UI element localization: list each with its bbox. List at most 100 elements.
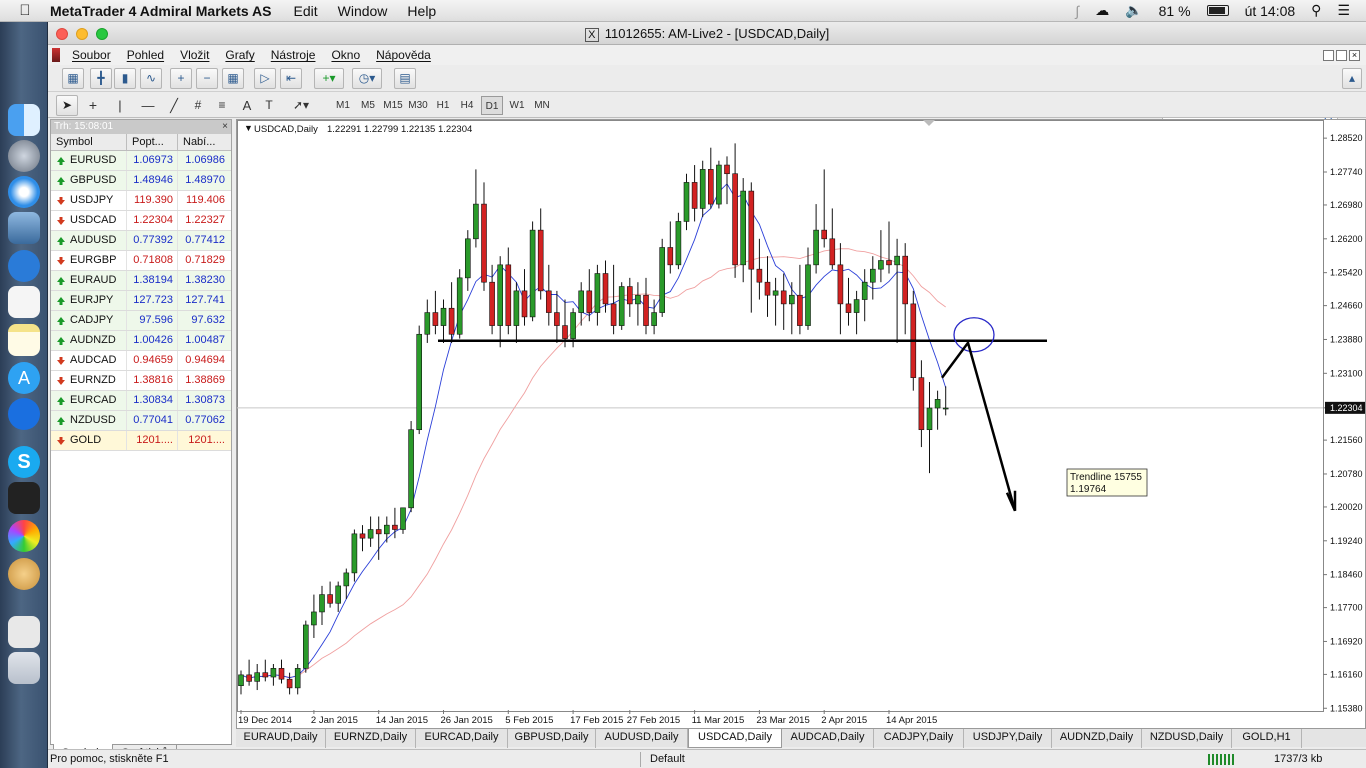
mobile-app-icon[interactable] [8,398,40,430]
candle[interactable] [351,529,358,582]
candle[interactable] [724,156,730,205]
market-watch-row[interactable]: AUDUSD 0.77392 0.77412 [51,231,231,251]
timeframe-h1[interactable]: H1 [432,96,454,115]
menu-edit[interactable]: Edit [294,3,318,19]
menu-napoveda[interactable]: Nápověda [376,48,431,62]
autoscroll-icon[interactable]: ▷ [254,68,276,89]
clock-text[interactable]: út 14:08 [1245,3,1296,19]
candle[interactable] [529,221,536,322]
mdi-minimize-button[interactable] [1323,49,1334,61]
symbol-cell[interactable]: USDCAD [51,211,127,230]
candle[interactable] [367,516,374,547]
candle[interactable] [473,169,479,248]
symbol-cell[interactable]: AUDCAD [51,351,127,370]
candle[interactable] [902,243,909,335]
menu-vlozit[interactable]: Vložit [180,48,209,62]
profiles-icon[interactable]: ▦ [62,68,84,89]
candle[interactable] [270,664,277,686]
symbol-cell[interactable]: NZDUSD [51,411,127,430]
volume-icon[interactable]: 🔈 [1125,2,1142,19]
market-watch-row[interactable]: EURUSD 1.06973 1.06986 [51,151,231,171]
candle[interactable] [626,277,633,317]
market-watch-row[interactable]: EURGBP 0.71808 0.71829 [51,251,231,271]
candle[interactable] [586,269,593,322]
app-menu[interactable]: MetaTrader 4 Admiral Markets AS [50,3,272,19]
openoffice-icon[interactable] [8,250,40,282]
candle[interactable] [246,659,252,686]
column-symbol[interactable]: Symbol [51,134,127,150]
market-watch-row[interactable]: EURCAD 1.30834 1.30873 [51,391,231,411]
trendline-icon[interactable]: ╱ [164,96,184,115]
arrows-icon[interactable]: ➚▾ [288,96,314,115]
candle[interactable] [448,282,455,343]
candle[interactable] [667,221,674,274]
symbol-cell[interactable]: AUDUSD [51,231,127,250]
symbol-cell[interactable]: GOLD [51,431,127,450]
photos-icon[interactable] [8,520,40,552]
menu-soubor[interactable]: Soubor [72,48,111,62]
activity-monitor-icon[interactable] [8,482,40,514]
symbol-cell[interactable]: USDJPY [51,191,127,210]
candle[interactable] [772,277,779,326]
candle[interactable] [254,664,261,691]
candle[interactable] [707,147,714,209]
symbol-cell[interactable]: EURJPY [51,291,127,310]
tile-windows-icon[interactable]: ▦ [222,68,244,89]
candle[interactable] [821,169,828,248]
candle[interactable] [594,264,601,326]
candle[interactable] [456,269,463,339]
market-watch-row[interactable]: AUDNZD 1.00426 1.00487 [51,331,231,351]
candle[interactable] [335,581,341,612]
market-watch-row[interactable]: GOLD 1201.... 1201.... [51,431,231,451]
templates-icon[interactable]: ▤ [394,68,416,89]
chart-tab[interactable]: AUDNZD,Daily [1052,729,1142,748]
candle[interactable] [278,659,285,684]
market-watch-row[interactable]: CADJPY 97.596 97.632 [51,311,231,331]
candle[interactable] [797,264,803,335]
chart-tab[interactable]: GBPUSD,Daily [508,729,596,748]
candle[interactable] [521,269,528,326]
market-watch-row[interactable]: AUDCAD 0.94659 0.94694 [51,351,231,371]
candle[interactable] [359,525,366,552]
candle[interactable] [311,594,317,638]
timeframe-h4[interactable]: H4 [456,96,478,115]
candle[interactable] [764,256,771,317]
candlestick-icon[interactable]: ▮ [114,68,136,89]
skype-icon[interactable]: S [8,446,40,478]
indicators-icon[interactable]: +▾ [314,68,344,89]
candle[interactable] [699,160,706,218]
candle[interactable] [343,568,350,599]
candle[interactable] [635,282,641,326]
mdi-restore-button[interactable] [1336,49,1347,61]
candle[interactable] [424,299,431,343]
candle[interactable] [610,264,617,335]
textedit-icon[interactable] [8,286,40,318]
candle[interactable] [675,212,682,270]
crosshair-icon[interactable]: + [82,96,104,115]
candle[interactable] [408,421,414,513]
annotation-circle[interactable] [953,317,995,353]
symbol-cell[interactable]: AUDNZD [51,331,127,350]
candle[interactable] [545,264,552,326]
timeframe-m30[interactable]: M30 [406,96,430,115]
menu-window[interactable]: Window [338,3,388,19]
candle[interactable] [805,247,811,330]
timeframe-m15[interactable]: M15 [381,96,405,115]
chart-tab[interactable]: EURCAD,Daily [416,729,508,748]
safari-icon[interactable] [8,176,40,208]
timeframe-mn[interactable]: MN [530,96,554,115]
mdi-close-button[interactable]: × [1349,49,1360,61]
candle[interactable] [861,269,868,322]
annotation-arrow[interactable] [940,339,1017,512]
candle[interactable] [238,670,244,695]
cloud-icon[interactable]: ☁ [1095,2,1109,19]
candle[interactable] [400,507,406,534]
documents-folder-icon[interactable] [8,616,40,648]
candle[interactable] [327,581,333,608]
symbol-cell[interactable]: EURGBP [51,251,127,270]
zoom-in-icon[interactable]: + [170,68,192,89]
candle[interactable] [780,273,787,330]
channel-icon[interactable]: # [188,96,208,115]
candle[interactable] [375,516,382,560]
candle[interactable] [659,238,666,317]
